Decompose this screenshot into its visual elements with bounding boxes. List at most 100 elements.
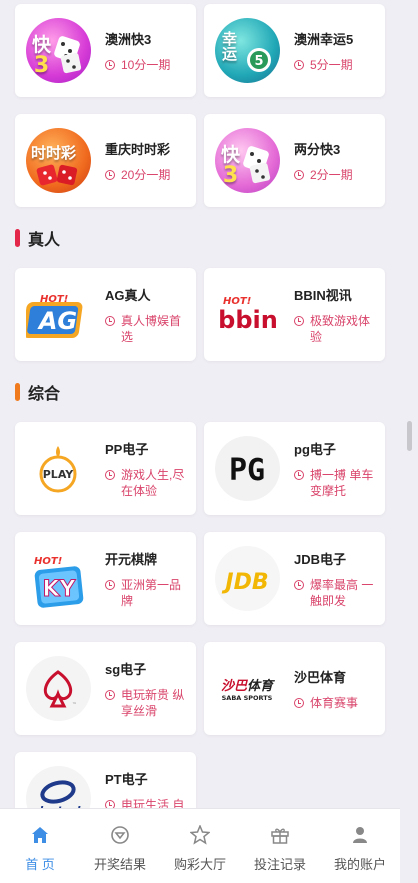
live-desc: 极致游戏体验 xyxy=(294,313,375,345)
sg-logo-icon: ™ xyxy=(26,656,91,721)
combo-desc: 体育赛事 xyxy=(294,695,375,711)
lottery-info: 两分快3 2分一期 xyxy=(294,139,375,183)
ag-logo-icon: AG HOT! xyxy=(26,282,91,347)
tab-lottery-result[interactable]: 开奖结果 xyxy=(80,809,160,883)
section-title: 真人 xyxy=(28,232,61,249)
live-card-ag[interactable]: AG HOT! AG真人 真人博娱首选 xyxy=(15,268,196,361)
tab-label: 开奖结果 xyxy=(93,857,146,872)
lottery-grid: 快3 澳洲快3 10分一期 5 幸运 澳洲幸运5 5分一期 时时彩 重庆时时彩 … xyxy=(0,0,400,224)
svg-text:沙巴体育: 沙巴体育 xyxy=(221,678,275,694)
lottery-result-icon xyxy=(110,825,130,845)
combo-desc: 亚洲第一品牌 xyxy=(105,577,186,609)
live-info: BBIN视讯 极致游戏体验 xyxy=(294,285,375,345)
combo-info: pg电子 搏一搏 单车变摩托 xyxy=(294,439,375,499)
combo-name: pg电子 xyxy=(294,441,336,457)
combo-card-pp[interactable]: PLAY PP电子 游戏人生,尽在体验 xyxy=(15,422,196,515)
scrollbar-thumb[interactable] xyxy=(407,421,412,451)
combo-info: PT电子 电玩生活 自由享受 xyxy=(105,769,186,808)
au-lucky5-logo-text: 幸运 xyxy=(222,30,238,63)
clock-icon xyxy=(294,315,304,326)
clock-icon xyxy=(105,469,115,480)
lottery-info: 澳洲幸运5 5分一期 xyxy=(294,29,375,73)
lottery-name: 澳洲快3 xyxy=(105,31,152,47)
tab-lottery-hall[interactable]: 购彩大厅 xyxy=(160,809,240,883)
svg-text:SABA SPORTS: SABA SPORTS xyxy=(222,694,273,702)
pt-logo-icon: playtech xyxy=(26,766,91,808)
lottery-period: 20分一期 xyxy=(105,167,186,183)
lottery-info: 澳洲快3 10分一期 xyxy=(105,29,186,73)
live-name: AG真人 xyxy=(105,287,151,303)
section-accent-bar xyxy=(15,229,20,247)
combo-name: sg电子 xyxy=(105,661,147,677)
combo-card-ky[interactable]: KY HOT! 开元棋牌 亚洲第一品牌 xyxy=(15,532,196,625)
live-desc: 真人博娱首选 xyxy=(105,313,186,345)
bbin-logo-icon: bbin HOT! xyxy=(215,282,280,347)
lottery-period: 5分一期 xyxy=(294,57,375,73)
live-info: AG真人 真人博娱首选 xyxy=(105,285,186,345)
bottom-tab-bar: 首 页 开奖结果 购彩大厅 投注记录 我的账户 xyxy=(0,808,400,883)
combo-desc: 电玩生活 自由享受 xyxy=(105,797,186,808)
combo-desc: 游戏人生,尽在体验 xyxy=(105,467,186,499)
combo-name: JDB电子 xyxy=(294,551,347,567)
svg-text:bbin: bbin xyxy=(218,306,278,334)
combo-desc: 搏一搏 单车变摩托 xyxy=(294,467,375,499)
two-k3-logo-text: 快3 xyxy=(221,144,241,188)
svg-text:KY: KY xyxy=(43,577,77,602)
lottery-card-au-k3[interactable]: 快3 澳洲快3 10分一期 xyxy=(15,4,196,97)
combo-card-jdb[interactable]: JDB JDB电子 爆率最高 一触即发 xyxy=(204,532,385,625)
combo-name: 沙巴体育 xyxy=(294,669,347,685)
combo-info: 开元棋牌 亚洲第一品牌 xyxy=(105,549,186,609)
lottery-name: 两分快3 xyxy=(294,141,341,157)
svg-text:HOT!: HOT! xyxy=(34,556,62,567)
clock-icon xyxy=(105,689,115,700)
tab-label: 首 页 xyxy=(25,857,55,872)
lottery-name: 重庆时时彩 xyxy=(105,141,171,157)
star-hall-icon xyxy=(190,825,210,845)
lottery-card-cq-ssc[interactable]: 时时彩 重庆时时彩 20分一期 xyxy=(15,114,196,207)
lottery-card-two-k3[interactable]: 快3 两分快3 2分一期 xyxy=(204,114,385,207)
clock-icon xyxy=(294,169,304,180)
combo-name: PP电子 xyxy=(105,441,149,457)
combo-card-sg[interactable]: ™ sg电子 电玩新贵 纵享丝滑 xyxy=(15,642,196,735)
lottery-name: 澳洲幸运5 xyxy=(294,31,354,47)
au-k3-logo-icon: 快3 xyxy=(26,18,91,83)
svg-text:5: 5 xyxy=(254,54,263,69)
combo-info: sg电子 电玩新贵 纵享丝滑 xyxy=(105,659,186,719)
clock-icon xyxy=(105,59,115,70)
live-grid: AG HOT! AG真人 真人博娱首选 bbin HOT! BBIN视讯 极致游… xyxy=(0,268,400,378)
combo-info: JDB电子 爆率最高 一触即发 xyxy=(294,549,375,609)
main-scroll-area[interactable]: 快3 澳洲快3 10分一期 5 幸运 澳洲幸运5 5分一期 时时彩 重庆时时彩 … xyxy=(0,0,400,808)
tab-bet-record[interactable]: 投注记录 xyxy=(240,809,320,883)
svg-text:PLAY: PLAY xyxy=(43,468,75,481)
lottery-period: 10分一期 xyxy=(105,57,186,73)
combo-info: 沙巴体育 体育赛事 xyxy=(294,667,375,711)
lottery-card-au-lucky5[interactable]: 5 幸运 澳洲幸运5 5分一期 xyxy=(204,4,385,97)
tab-home[interactable]: 首 页 xyxy=(0,809,80,883)
lottery-period: 2分一期 xyxy=(294,167,375,183)
svg-text:PG: PG xyxy=(229,453,265,488)
tab-my-account[interactable]: 我的账户 xyxy=(320,809,400,883)
combo-card-pg[interactable]: PG pg电子 搏一搏 单车变摩托 xyxy=(204,422,385,515)
clock-icon xyxy=(294,579,304,590)
lottery-info: 重庆时时彩 20分一期 xyxy=(105,139,186,183)
combo-card-saba[interactable]: 沙巴体育 SABA SPORTS 沙巴体育 体育赛事 xyxy=(204,642,385,735)
two-k3-logo-icon: 快3 xyxy=(215,128,280,193)
jdb-logo-icon: JDB xyxy=(215,546,280,611)
live-card-bbin[interactable]: bbin HOT! BBIN视讯 极致游戏体验 xyxy=(204,268,385,361)
combo-card-pt[interactable]: playtech PT电子 电玩生活 自由享受 xyxy=(15,752,196,808)
clock-icon xyxy=(105,169,115,180)
pg-logo-icon: PG xyxy=(215,436,280,501)
tab-label: 购彩大厅 xyxy=(173,857,226,872)
live-name: BBIN视讯 xyxy=(294,287,352,303)
ky-logo-icon: KY HOT! xyxy=(26,546,91,611)
home-icon xyxy=(30,825,50,845)
cq-ssc-logo-icon: 时时彩 xyxy=(26,128,91,193)
svg-text:™: ™ xyxy=(72,702,77,708)
clock-icon xyxy=(105,579,115,590)
gift-record-icon xyxy=(270,825,290,845)
svg-text:HOT!: HOT! xyxy=(40,294,68,305)
svg-text:AG: AG xyxy=(37,307,77,335)
clock-icon xyxy=(294,59,304,70)
saba-logo-icon: 沙巴体育 SABA SPORTS xyxy=(215,656,280,721)
au-k3-logo-text: 快3 xyxy=(32,34,52,78)
